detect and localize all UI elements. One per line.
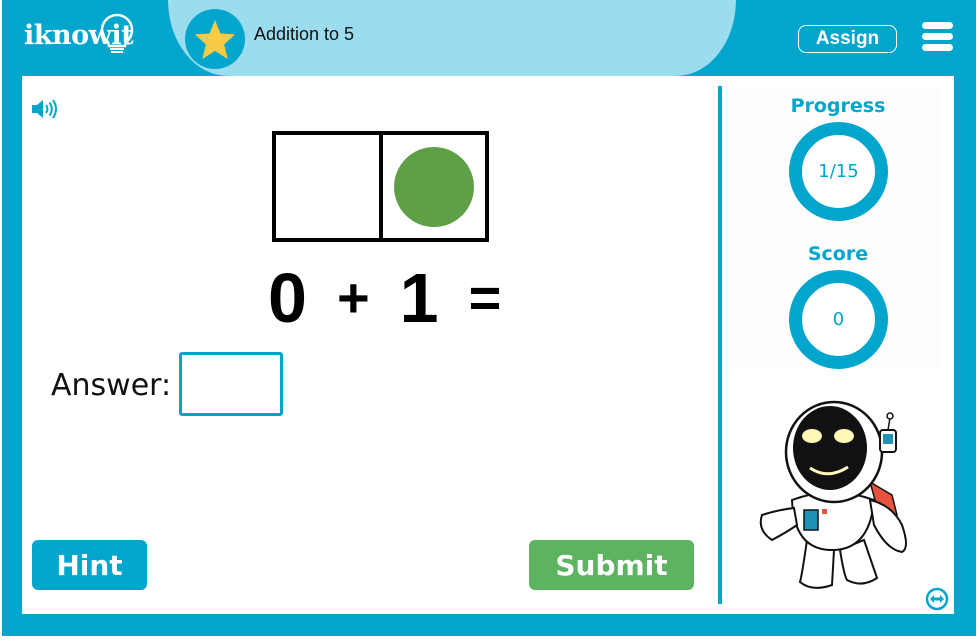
hamburger-menu-icon[interactable] [922, 22, 953, 52]
score-ring: 0 [789, 270, 888, 369]
answer-label: Answer: [51, 368, 172, 403]
lightbulb-icon [100, 13, 134, 53]
ten-frame-cell-filled [378, 135, 486, 238]
addend-b: 1 [399, 259, 439, 337]
progress-label: Progress [790, 95, 886, 117]
menu-bar [922, 33, 953, 40]
plus-sign: + [336, 266, 370, 329]
score-label: Score [807, 243, 869, 265]
ten-frame-cell-empty [276, 135, 379, 238]
progress-ring: 1/15 [789, 122, 888, 221]
submit-button[interactable]: Submit [529, 540, 694, 590]
answer-input[interactable] [179, 352, 283, 416]
lesson-title: Addition to 5 [254, 24, 355, 44]
astronaut-robot-mascot [759, 400, 907, 589]
star-icon [194, 19, 236, 60]
equation: 0 + 1 = [268, 258, 501, 338]
ten-frame [272, 131, 489, 242]
green-counter [393, 146, 474, 227]
lesson-badge [185, 9, 245, 69]
menu-bar [922, 22, 953, 29]
expand-arrows-icon[interactable] [925, 587, 949, 611]
panel-divider [718, 86, 722, 604]
assign-button[interactable]: Assign [798, 25, 897, 53]
hint-button[interactable]: Hint [32, 540, 147, 590]
menu-bar [922, 44, 953, 51]
equals-sign: = [468, 266, 502, 329]
addend-a: 0 [268, 259, 307, 337]
speaker-icon[interactable] [31, 98, 59, 120]
progress-value: 1/15 [818, 161, 859, 182]
score-value: 0 [832, 309, 845, 330]
